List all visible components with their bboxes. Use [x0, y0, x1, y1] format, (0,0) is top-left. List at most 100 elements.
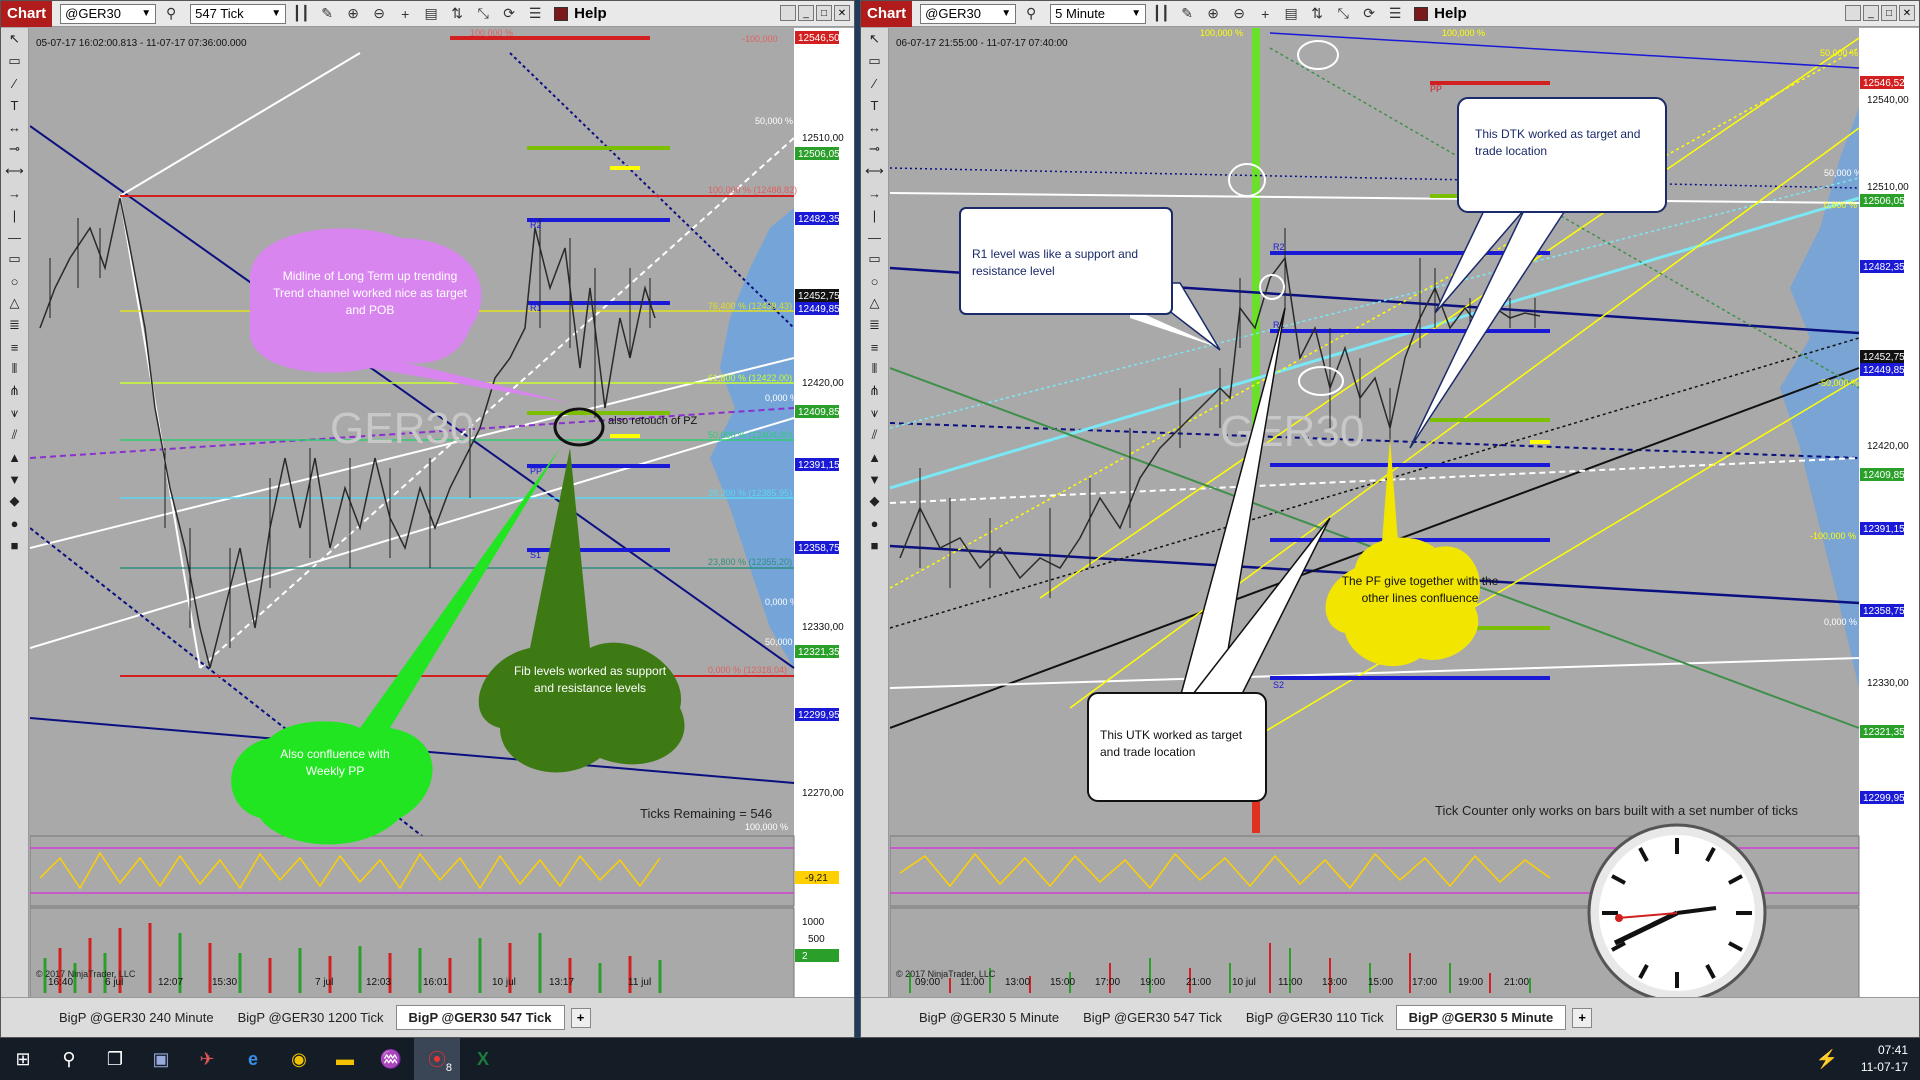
search-icon[interactable]: ⚲	[46, 1038, 92, 1080]
text-icon[interactable]: T	[1, 94, 28, 116]
ellipse-icon[interactable]: ○	[861, 270, 888, 292]
fib-time-icon[interactable]: ⫴	[1, 358, 28, 380]
ext-line-icon[interactable]: ⟷	[861, 160, 888, 182]
chart-tab-item-active[interactable]: BigP @GER30 5 Minute	[1395, 1005, 1567, 1030]
taskbar-clock[interactable]: 07:41 11-07-17	[1861, 1042, 1908, 1076]
app-icon[interactable]: ♒	[368, 1038, 414, 1080]
chart-menu-button[interactable]: Chart	[861, 0, 913, 27]
zoom-in-icon[interactable]: ⊕	[342, 4, 364, 24]
horizontal-line-icon[interactable]: —	[1, 226, 28, 248]
square-icon[interactable]: ■	[1, 534, 28, 556]
ruler-icon[interactable]: ▭	[1, 50, 28, 72]
chart-tab-item[interactable]: BigP @GER30 5 Minute	[907, 1006, 1071, 1029]
list-icon[interactable]: ☰	[1384, 4, 1406, 24]
horizontal-line-icon[interactable]: —	[861, 226, 888, 248]
extra-window-button[interactable]	[780, 5, 796, 21]
fib-time-icon[interactable]: ⫴	[861, 358, 888, 380]
zoom-in-icon[interactable]: ⊕	[1202, 4, 1224, 24]
strategies-icon[interactable]: ⇅	[446, 4, 468, 24]
instrument-select[interactable]: @GER30 ▼	[920, 3, 1017, 24]
help-button[interactable]: Help	[1414, 5, 1467, 22]
extra-window-button[interactable]	[1845, 5, 1861, 21]
left-chart-canvas[interactable]: 05-07-17 16:02:00.813 - 11-07-17 07:36:0…	[30, 28, 854, 1000]
maximize-icon[interactable]: □	[816, 5, 832, 21]
regression-icon[interactable]: ⫽	[861, 424, 888, 446]
diamond-icon[interactable]: ◆	[1, 490, 28, 512]
interval-select[interactable]: 5 Minute ▼	[1050, 3, 1147, 24]
vertical-line-icon[interactable]: |	[861, 204, 888, 226]
maximize-icon[interactable]: □	[1881, 5, 1897, 21]
pencil-icon[interactable]: ✎	[316, 4, 338, 24]
arrow-line-icon[interactable]: →	[1, 182, 28, 204]
fib-extension-icon[interactable]: ≡	[1, 336, 28, 358]
chart-tab-item[interactable]: BigP @GER30 547 Tick	[1071, 1006, 1234, 1029]
arrow-up-icon[interactable]: ▲	[861, 446, 888, 468]
text-icon[interactable]: T	[861, 94, 888, 116]
arrow-line-icon[interactable]: →	[861, 182, 888, 204]
rectangle-icon[interactable]: ▭	[1, 248, 28, 270]
ninjatrader-icon[interactable]: ⦿ 8	[414, 1038, 460, 1080]
zoom-out-icon[interactable]: ⊖	[368, 4, 390, 24]
reload-icon[interactable]: ⟳	[1358, 4, 1380, 24]
list-icon[interactable]: ☰	[524, 4, 546, 24]
chart-tab-item[interactable]: BigP @GER30 1200 Tick	[226, 1006, 396, 1029]
triangle-icon[interactable]: △	[861, 292, 888, 314]
minimize-icon[interactable]: _	[1863, 5, 1879, 21]
pencil-icon[interactable]: ✎	[1176, 4, 1198, 24]
edge-browser-icon[interactable]: e	[230, 1038, 276, 1080]
task-view-icon[interactable]: ❐	[92, 1038, 138, 1080]
file-explorer-icon[interactable]: ▬	[322, 1038, 368, 1080]
ruler-icon[interactable]: ▭	[861, 50, 888, 72]
triangle-icon[interactable]: △	[1, 292, 28, 314]
chrome-icon[interactable]: ◉	[276, 1038, 322, 1080]
right-chart-canvas[interactable]: 06-07-17 21:55:00 - 11-07-17 07:40:00 GE…	[890, 28, 1919, 1000]
ray-icon[interactable]: ⊸	[1, 138, 28, 160]
gann-fan-icon[interactable]: ⋔	[861, 380, 888, 402]
arrow-down-icon[interactable]: ▼	[1, 468, 28, 490]
search-icon[interactable]: ⚲	[160, 4, 182, 24]
search-icon[interactable]: ⚲	[1020, 4, 1042, 24]
chart-tab-item[interactable]: BigP @GER30 110 Tick	[1234, 1006, 1396, 1029]
diamond-icon[interactable]: ◆	[861, 490, 888, 512]
risk-reward-icon[interactable]: ⁄	[1, 72, 28, 94]
square-icon[interactable]: ■	[861, 534, 888, 556]
excel-icon[interactable]: X	[460, 1038, 506, 1080]
bar-type-icon[interactable]: ┃┃	[290, 4, 312, 24]
chart-tab-item-active[interactable]: BigP @GER30 547 Tick	[395, 1005, 565, 1030]
properties-icon[interactable]: ▤	[1280, 4, 1302, 24]
chart-menu-button[interactable]: Chart	[1, 0, 53, 27]
indicators-icon[interactable]: ⤡	[1332, 4, 1354, 24]
risk-reward-icon[interactable]: ⁄	[861, 72, 888, 94]
strategies-icon[interactable]: ⇅	[1306, 4, 1328, 24]
app-icon[interactable]: ▣	[138, 1038, 184, 1080]
crosshair-icon[interactable]: +	[394, 4, 416, 24]
close-icon[interactable]: ✕	[834, 5, 850, 21]
fib-retracement-icon[interactable]: ≣	[1, 314, 28, 336]
ellipse-icon[interactable]: ○	[1, 270, 28, 292]
dot-icon[interactable]: ●	[1, 512, 28, 534]
pointer-icon[interactable]: ↖	[1, 28, 28, 50]
instrument-select[interactable]: @GER30 ▼	[60, 3, 157, 24]
help-button[interactable]: Help	[554, 5, 607, 22]
add-tab-button[interactable]: +	[1572, 1007, 1593, 1028]
pitchfork-icon[interactable]: ⩛	[1, 402, 28, 424]
close-icon[interactable]: ✕	[1899, 5, 1915, 21]
zoom-out-icon[interactable]: ⊖	[1228, 4, 1250, 24]
bar-type-icon[interactable]: ┃┃	[1150, 4, 1172, 24]
pitchfork-icon[interactable]: ⩛	[861, 402, 888, 424]
app-icon[interactable]: ✈	[184, 1038, 230, 1080]
crosshair-icon[interactable]: +	[1254, 4, 1276, 24]
minimize-icon[interactable]: _	[798, 5, 814, 21]
line-icon[interactable]: ↔	[861, 116, 888, 138]
add-tab-button[interactable]: +	[570, 1007, 591, 1028]
gann-fan-icon[interactable]: ⋔	[1, 380, 28, 402]
tray-icon[interactable]: ⚡	[1804, 1038, 1850, 1080]
start-windows-icon[interactable]: ⊞	[0, 1038, 46, 1080]
pointer-icon[interactable]: ↖	[861, 28, 888, 50]
fib-retracement-icon[interactable]: ≣	[861, 314, 888, 336]
ext-line-icon[interactable]: ⟷	[1, 160, 28, 182]
chart-tab-item[interactable]: BigP @GER30 240 Minute	[47, 1006, 226, 1029]
rectangle-icon[interactable]: ▭	[861, 248, 888, 270]
properties-icon[interactable]: ▤	[420, 4, 442, 24]
interval-select[interactable]: 547 Tick ▼	[190, 3, 287, 24]
